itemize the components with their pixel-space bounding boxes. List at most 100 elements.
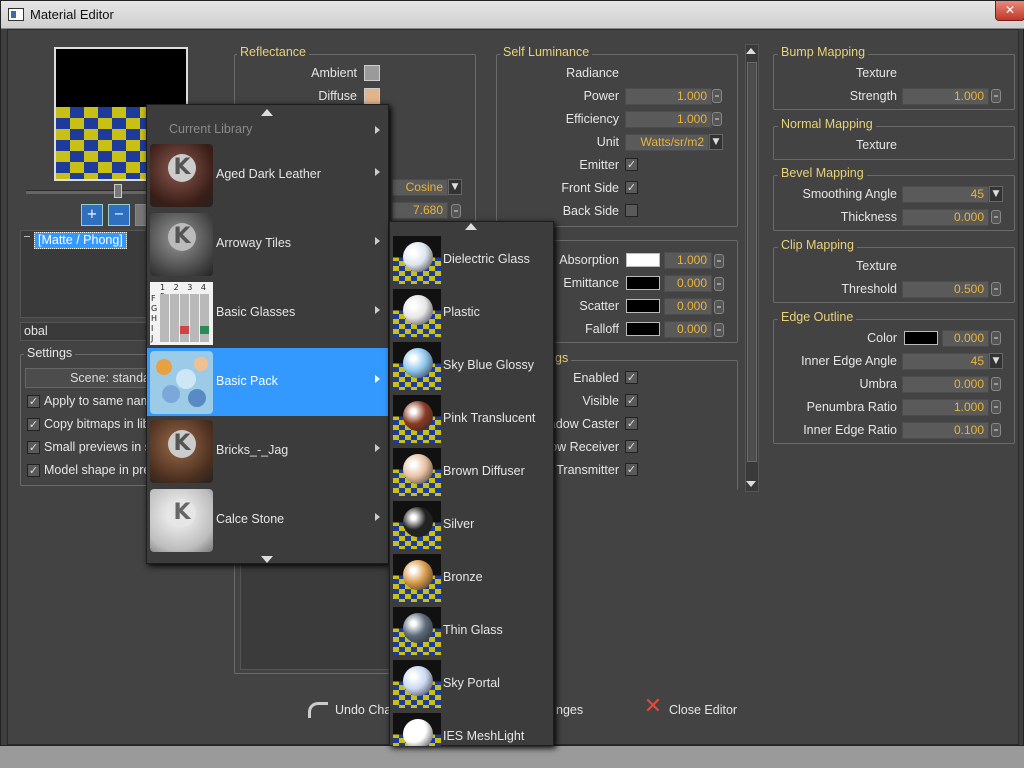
falloff-value-field[interactable]: 7.680 — [392, 202, 448, 219]
medium-falloff-field[interactable]: 0.000 — [664, 321, 712, 338]
copy-bitmaps-checkbox[interactable]: ✓ — [27, 418, 40, 431]
apply-same-checkbox[interactable]: ✓ — [27, 395, 40, 408]
unit-select[interactable]: Watts/sr/m2 — [625, 134, 709, 151]
absorption-spinner[interactable] — [714, 254, 724, 268]
inner-edge-angle-field[interactable]: 45 — [902, 353, 989, 370]
falloff-mode-chevron-icon[interactable]: ▼ — [448, 179, 462, 195]
penumbra-ratio-field[interactable]: 1.000 — [902, 399, 989, 416]
medium-falloff-swatch[interactable] — [626, 322, 660, 336]
efficiency-field[interactable]: 1.000 — [625, 111, 712, 128]
umbra-spinner[interactable] — [991, 377, 1001, 391]
apply-changes-button[interactable]: nges — [556, 703, 583, 717]
inner-edge-ratio-field[interactable]: 0.100 — [902, 422, 989, 439]
edge-color-field[interactable]: 0.000 — [942, 330, 989, 347]
efficiency-spinner[interactable] — [712, 112, 722, 126]
falloff-value-spinner[interactable] — [451, 204, 461, 218]
library-item-aged-dark-leather[interactable]: K Aged Dark Leather — [147, 141, 388, 209]
library-item-calce-stone[interactable]: K Calce Stone — [147, 486, 388, 554]
library-item-arroway-tiles[interactable]: K Arroway Tiles — [147, 210, 388, 278]
emittance-field[interactable]: 0.000 — [664, 275, 712, 292]
current-library-item[interactable]: Current Library — [147, 120, 388, 140]
zoom-out-icon[interactable]: − — [108, 204, 130, 226]
bump-strength-spinner[interactable] — [991, 89, 1001, 103]
window-title: Material Editor — [30, 7, 114, 22]
undo-changes-button[interactable]: Undo Cha — [335, 703, 391, 717]
penumbra-ratio-spinner[interactable] — [991, 400, 1001, 414]
library-item-basic-pack[interactable]: Basic Pack — [147, 348, 388, 416]
submenu-item-plastic[interactable]: Plastic — [390, 287, 553, 339]
power-spinner[interactable] — [712, 89, 722, 103]
power-field[interactable]: 1.000 — [625, 88, 712, 105]
submenu-item-silver[interactable]: Silver — [390, 499, 553, 551]
scrollbar-thumb[interactable] — [747, 62, 757, 462]
scatter-spinner[interactable] — [714, 300, 724, 314]
scroll-down-icon[interactable] — [746, 481, 756, 487]
scroll-up-icon[interactable] — [746, 48, 756, 54]
unit-chevron-icon[interactable]: ▼ — [709, 134, 723, 150]
diffuse-swatch[interactable] — [364, 88, 380, 104]
enabled-checkbox[interactable]: ✓ — [625, 371, 638, 384]
front-side-checkbox[interactable]: ✓ — [625, 181, 638, 194]
aged-dark-leather-thumbnail: K — [150, 144, 213, 207]
submenu-item-sky-blue-glossy[interactable]: Sky Blue Glossy — [390, 340, 553, 392]
library-item-bricks-jag[interactable]: K Bricks_-_Jag — [147, 417, 388, 485]
submenu-scroll-up-icon[interactable] — [465, 223, 477, 230]
falloff-mode-select[interactable]: Cosine — [392, 179, 448, 196]
menu-scroll-down-icon[interactable] — [261, 556, 273, 563]
submenu-item-bronze[interactable]: Bronze — [390, 552, 553, 604]
thickness-spinner[interactable] — [991, 210, 1001, 224]
scene-button[interactable]: Scene: standa — [25, 368, 151, 388]
bump-strength-field[interactable]: 1.000 — [902, 88, 989, 105]
threshold-spinner[interactable] — [991, 282, 1001, 296]
edge-color-swatch[interactable] — [904, 331, 938, 345]
edge-color-label: Color — [867, 331, 897, 345]
emittance-swatch[interactable] — [626, 276, 660, 290]
scatter-field[interactable]: 0.000 — [664, 298, 712, 315]
library-item-basic-glasses[interactable]: 1 2 3 4 5 F G H I J Basic Glasses — [147, 279, 388, 347]
umbra-field[interactable]: 0.000 — [902, 376, 989, 393]
window-close-button[interactable]: ✕ — [995, 1, 1024, 21]
material-preview-thumbnail — [393, 289, 441, 337]
emitter-checkbox[interactable]: ✓ — [625, 158, 638, 171]
medium-falloff-spinner[interactable] — [714, 323, 724, 337]
submenu-item-ies-meshlight[interactable]: IES MeshLight — [390, 711, 553, 746]
visible-checkbox[interactable]: ✓ — [625, 394, 638, 407]
absorption-swatch[interactable] — [626, 253, 660, 267]
undo-icon[interactable] — [308, 702, 328, 718]
menu-item-label: Arroway Tiles — [216, 236, 292, 250]
submenu-item-pink-translucent[interactable]: Pink Translucent — [390, 393, 553, 445]
thickness-field[interactable]: 0.000 — [902, 209, 989, 226]
inner-edge-ratio-spinner[interactable] — [991, 423, 1001, 437]
material-tree-item[interactable]: [Matte / Phong] — [34, 232, 127, 249]
preview-slider-thumb[interactable] — [114, 184, 122, 198]
model-shape-checkbox[interactable]: ✓ — [27, 464, 40, 477]
submenu-item-label: IES MeshLight — [443, 729, 525, 743]
tree-expander[interactable] — [24, 236, 30, 237]
shadow-caster-checkbox[interactable]: ✓ — [625, 417, 638, 430]
shadow-receiver-checkbox[interactable]: ✓ — [625, 440, 638, 453]
submenu-item-brown-diffuser[interactable]: Brown Diffuser — [390, 446, 553, 498]
zoom-in-icon[interactable]: + — [81, 204, 103, 226]
edge-color-spinner[interactable] — [991, 331, 1001, 345]
submenu-item-sky-portal[interactable]: Sky Portal — [390, 658, 553, 710]
smoothing-angle-field[interactable]: 45 — [902, 186, 989, 203]
submenu-item-thin-glass[interactable]: Thin Glass — [390, 605, 553, 657]
material-preview-thumbnail — [393, 660, 441, 708]
diffuse-label: Diffuse — [318, 89, 357, 103]
inner-edge-angle-chevron-icon[interactable]: ▼ — [989, 353, 1003, 369]
global-field[interactable]: obal — [20, 322, 150, 341]
inner-edge-angle-label: Inner Edge Angle — [801, 354, 897, 368]
small-previews-checkbox[interactable]: ✓ — [27, 441, 40, 454]
back-side-checkbox[interactable] — [625, 204, 638, 217]
emittance-spinner[interactable] — [714, 277, 724, 291]
ambient-swatch[interactable] — [364, 65, 380, 81]
transmitter-checkbox[interactable]: ✓ — [625, 463, 638, 476]
submenu-item-dielectric-glass[interactable]: Dielectric Glass — [390, 234, 553, 286]
absorption-field[interactable]: 1.000 — [664, 252, 712, 269]
scatter-swatch[interactable] — [626, 299, 660, 313]
smoothing-angle-chevron-icon[interactable]: ▼ — [989, 186, 1003, 202]
threshold-field[interactable]: 0.500 — [902, 281, 989, 298]
menu-scroll-up-icon[interactable] — [261, 109, 273, 116]
close-editor-button[interactable]: Close Editor — [669, 703, 737, 717]
close-editor-icon[interactable]: ✕ — [642, 696, 664, 719]
